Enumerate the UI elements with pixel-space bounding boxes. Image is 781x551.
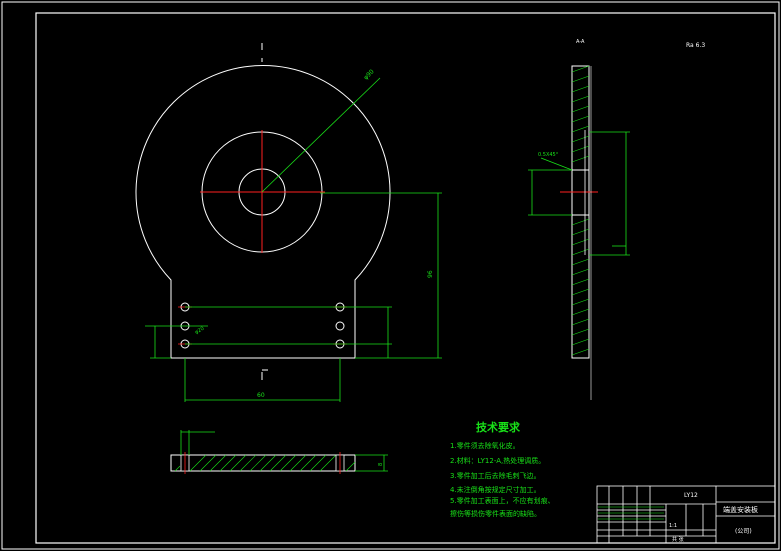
notes-title: 技术要求 [476,420,521,434]
title-scale: 1:1 [669,523,677,529]
bottom-view [170,452,356,474]
side-view [560,65,598,400]
bottom-hatch [174,454,356,472]
bottom-body [170,454,356,472]
front-outline [135,64,391,359]
surface-finish: Ra 6.3 [686,42,705,49]
dim-chamfer: 0.5X45° [538,152,559,158]
title-part-name: 端盖安装板 [723,505,758,514]
sheet-inner-border [35,12,776,544]
note-line: 1.零件须去除氧化皮。 [450,441,520,450]
dim-width: 60 [257,392,265,399]
cad-drawing: φ90 96 60 φ20 0.5X45° A-A Ra 6.3 8 技术要求 … [1,1,780,550]
note-line: 擦伤等损伤零件表面的缺陷。 [450,509,541,518]
title-company: (公司) [735,528,752,535]
hole [335,321,345,331]
title-sheet: 共 张 [672,536,684,543]
title-material: LY12 [684,492,698,499]
front-dimensions [145,77,442,402]
dim-diameter-large: φ90 [362,68,375,81]
mounting-holes [180,302,345,349]
note-line: 2.材料：LY12-A,热处理调质。 [450,456,545,465]
sheet-outer-border [1,1,780,550]
note-line: 3.零件加工后去除毛刺飞边。 [450,471,541,480]
technical-notes: 技术要求 1.零件须去除氧化皮。 2.材料：LY12-A,热处理调质。 3.零件… [450,420,555,518]
note-line: 5.零件加工表面上，不应有划痕、 [450,496,555,505]
dim-hole: φ20 [194,326,205,336]
note-line: 4.未注倒角按规定尺寸加工。 [450,485,541,494]
dim-plate-thk: 8 [378,463,384,466]
section-label: A-A [576,39,585,45]
title-block-cells [598,506,664,520]
front-view [135,43,391,380]
dim-height: 96 [427,270,434,278]
